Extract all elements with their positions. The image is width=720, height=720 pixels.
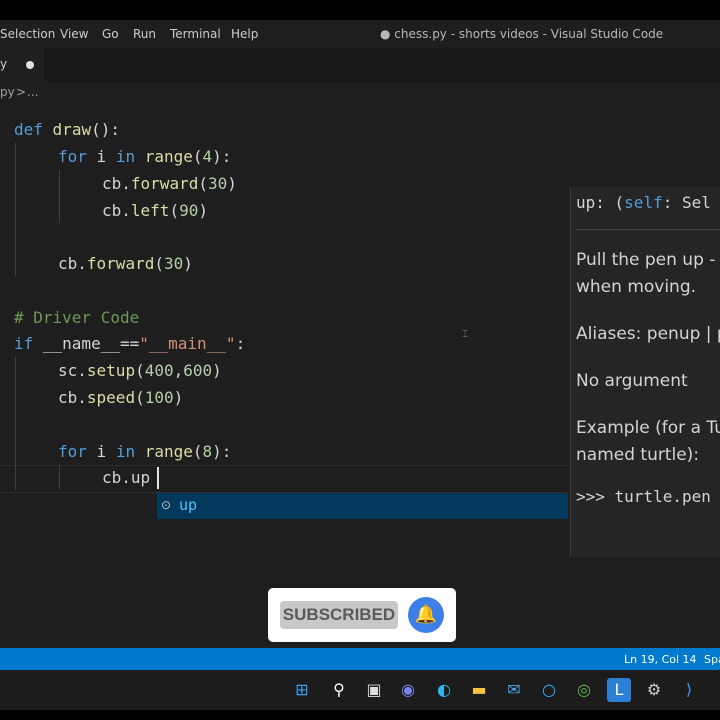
menu-view[interactable]: View: [60, 27, 88, 41]
task-view-icon[interactable]: ▣: [362, 678, 386, 702]
menu-selection[interactable]: Selection: [0, 27, 55, 41]
l-app-icon[interactable]: L: [607, 678, 631, 702]
doc-line: when moving.: [576, 277, 697, 297]
tab-bar: y: [0, 48, 720, 81]
code-editor[interactable]: def draw(): for i in range(4): cb.forwar…: [0, 103, 720, 648]
code-line-2: for i in range(4):: [58, 147, 232, 166]
settings-icon[interactable]: ⚙: [642, 678, 666, 702]
editor-tab-chess[interactable]: y: [0, 48, 44, 81]
taskbar: ⊞ ⚲ ▣ ◉ ◐ ▬ ✉ ○ ◎ L ⚙ ⟩: [0, 670, 720, 710]
doc-line: Aliases: penup | p: [576, 324, 720, 344]
doc-line: Example (for a Tu: [576, 418, 720, 438]
doc-code-example: >>> turtle.pen: [576, 487, 711, 506]
search-icon[interactable]: ⚲: [327, 678, 351, 702]
chrome-icon[interactable]: ◎: [572, 678, 596, 702]
subscribed-overlay: SUBSCRIBED 🔔: [268, 588, 456, 642]
code-line-13: for i in range(8):: [58, 442, 232, 461]
code-line-3: cb.forward(30): [102, 174, 237, 193]
indent-guide: [59, 170, 60, 223]
edge-icon[interactable]: ◐: [432, 678, 456, 702]
cortana-icon[interactable]: ○: [537, 678, 561, 702]
current-line-highlight: [0, 465, 570, 493]
hover-separator: [576, 229, 720, 230]
top-black-bar: [0, 0, 720, 20]
menu-terminal[interactable]: Terminal: [170, 27, 221, 41]
bottom-black-bar: [0, 710, 720, 720]
mouse-pointer-icon: ⌶: [462, 329, 468, 340]
breadcrumb-separator: >: [16, 85, 27, 99]
suggestion-label: up: [179, 496, 198, 514]
indentation-status[interactable]: Spa: [704, 653, 720, 666]
code-line-8-comment: # Driver Code: [14, 308, 140, 327]
breadcrumb: py > ...: [0, 81, 720, 103]
menu-bar: Selection View Go Run Terminal Help ● ch…: [0, 20, 720, 48]
menu-run[interactable]: Run: [133, 27, 156, 41]
indent-guide: [15, 143, 16, 276]
subscribed-button[interactable]: SUBSCRIBED: [280, 601, 398, 629]
status-bar: Ln 19, Col 14 Spa: [0, 648, 720, 670]
code-line-4: cb.left(90): [102, 201, 208, 220]
code-line-10: sc.setup(400,600): [58, 361, 222, 380]
menu-go[interactable]: Go: [102, 27, 119, 41]
breadcrumb-file[interactable]: py: [0, 85, 15, 99]
cursor-position[interactable]: Ln 19, Col 14: [624, 653, 697, 666]
doc-line: named turtle):: [576, 445, 700, 465]
mail-icon[interactable]: ✉: [502, 678, 526, 702]
code-line-1: def draw():: [14, 120, 120, 139]
code-line-6: cb.forward(30): [58, 254, 193, 273]
bell-icon[interactable]: 🔔: [408, 597, 444, 633]
vscode-icon[interactable]: ⟩: [677, 678, 701, 702]
tab-label: y: [0, 57, 8, 71]
doc-line: No argument: [576, 371, 688, 391]
signature-text: up: (self: Sel: [576, 193, 711, 212]
text-cursor: [157, 467, 159, 489]
code-line-14: cb.up: [102, 468, 151, 487]
hover-documentation-panel: up: (self: Sel Pull the pen up - when mo…: [570, 187, 720, 557]
code-line-11: cb.speed(100): [58, 388, 184, 407]
window-title: ● chess.py - shorts videos - Visual Stud…: [380, 27, 664, 41]
menu-help[interactable]: Help: [231, 27, 258, 41]
code-line-9: if __name__=="__main__":: [14, 334, 246, 353]
unsaved-dot-icon[interactable]: [26, 61, 34, 69]
file-explorer-icon[interactable]: ▬: [467, 678, 491, 702]
windows-start-icon[interactable]: ⊞: [290, 678, 314, 702]
suggestion-item-up[interactable]: ⊙ up: [157, 493, 568, 519]
teams-icon[interactable]: ◉: [396, 678, 420, 702]
method-icon: ⊙: [161, 498, 172, 512]
breadcrumb-symbol[interactable]: ...: [27, 85, 38, 99]
doc-line: Pull the pen up -: [576, 250, 716, 270]
